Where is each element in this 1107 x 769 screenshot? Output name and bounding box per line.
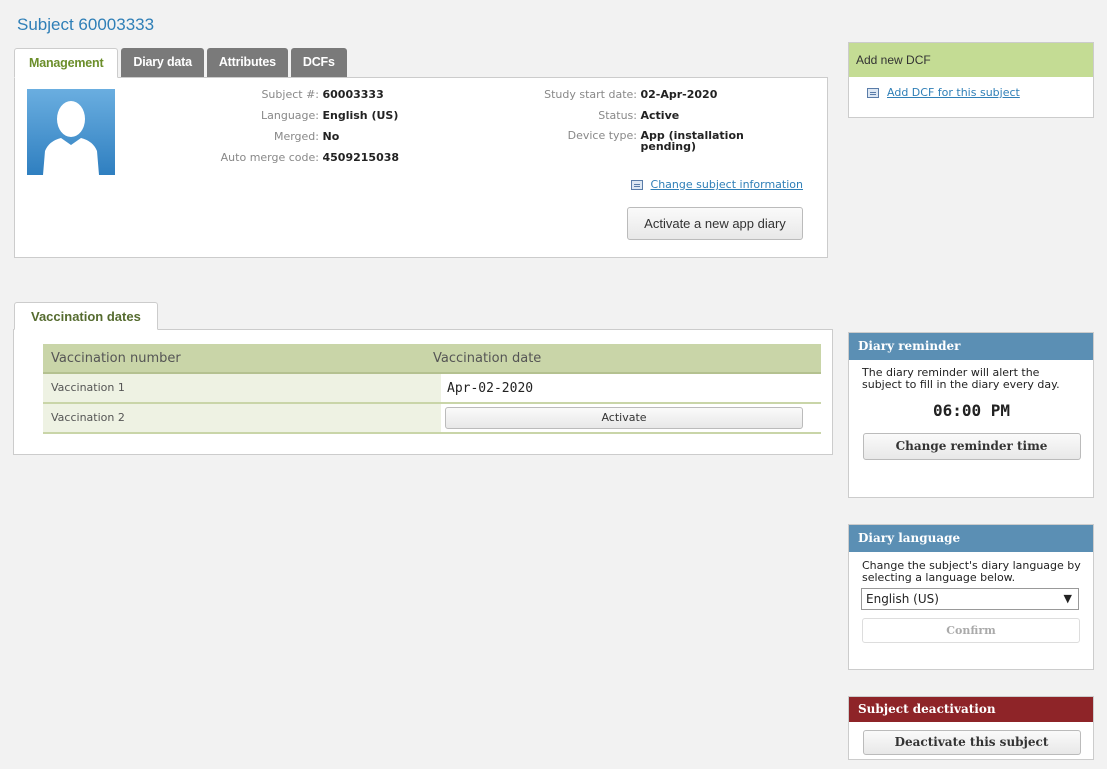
subject-number-value: 60003333 xyxy=(322,88,384,101)
dropdown-arrow-icon: ▼ xyxy=(1063,592,1072,605)
status-row: Status: Active xyxy=(515,109,679,123)
vaccination-name-cell: Vaccination 1 xyxy=(43,374,441,402)
device-type-value: App (installation pending) xyxy=(641,130,744,152)
document-icon xyxy=(867,88,879,98)
table-row: Vaccination 1 Apr-02-2020 xyxy=(43,374,821,404)
diary-reminder-text: The diary reminder will alert the subjec… xyxy=(862,366,1060,391)
tab-attributes[interactable]: Attributes xyxy=(206,48,288,77)
person-silhouette-icon xyxy=(43,101,99,175)
tab-management[interactable]: Management xyxy=(14,48,119,78)
subject-deactivation-box: Subject deactivation Deactivate this sub… xyxy=(848,696,1094,760)
change-reminder-time-button[interactable]: Change reminder time xyxy=(862,433,1081,460)
language-select[interactable]: English (US) ▼ xyxy=(861,588,1079,610)
activate-vaccination-button[interactable]: Activate xyxy=(445,407,803,429)
merge-code-label: Auto merge code: xyxy=(220,151,319,164)
language-label: Language: xyxy=(261,109,319,122)
tab-diary-data[interactable]: Diary data xyxy=(121,48,204,77)
diary-language-box: Diary language Change the subject's diar… xyxy=(848,524,1094,670)
diary-language-text: Change the subject's diary language by s… xyxy=(862,559,1081,584)
table-header: Vaccination number Vaccination date xyxy=(43,344,821,374)
status-value: Active xyxy=(640,109,680,122)
change-info-row: Change subject information xyxy=(630,178,803,191)
start-date-value: 02-Apr-2020 xyxy=(640,88,718,101)
activate-app-diary-button[interactable]: Activate a new app diary xyxy=(627,207,803,240)
subject-number-row: Subject #: 60003333 xyxy=(191,88,384,102)
subject-deactivation-title: Subject deactivation xyxy=(849,697,1093,722)
add-dcf-title: Add new DCF xyxy=(849,43,1093,77)
language-value: English (US) xyxy=(322,109,399,122)
merge-code-row: Auto merge code: 4509215038 xyxy=(191,151,399,165)
merged-label: Merged: xyxy=(273,130,319,143)
vaccination-table: Vaccination number Vaccination date Vacc… xyxy=(43,344,821,434)
merged-value: No xyxy=(322,130,340,143)
table-row: Vaccination 2 Activate xyxy=(43,404,821,434)
device-type-row: Device type: App (installation pending) xyxy=(515,130,744,152)
language-row: Language: English (US) xyxy=(191,109,398,123)
tab-vaccination-dates[interactable]: Vaccination dates xyxy=(14,302,158,330)
change-subject-info-link[interactable]: Change subject information xyxy=(651,178,803,191)
document-icon xyxy=(630,179,643,190)
page-title: Subject 60003333 xyxy=(17,15,155,34)
vaccination-name-cell: Vaccination 2 xyxy=(43,404,441,432)
status-label: Status: xyxy=(598,109,637,122)
start-date-label: Study start date: xyxy=(544,88,637,101)
merge-code-value: 4509215038 xyxy=(322,151,400,164)
tab-dcfs[interactable]: DCFs xyxy=(290,48,347,77)
column-header-number: Vaccination number xyxy=(51,351,181,366)
confirm-language-button[interactable]: Confirm xyxy=(862,618,1080,643)
subject-number-label: Subject #: xyxy=(261,88,319,101)
add-dcf-box: Add new DCF Add DCF for this subject xyxy=(848,42,1094,118)
vaccination-date-cell: Apr-02-2020 xyxy=(447,380,534,396)
start-date-row: Study start date: 02-Apr-2020 xyxy=(515,88,717,102)
add-dcf-link[interactable]: Add DCF for this subject xyxy=(887,87,1020,99)
deactivate-subject-button[interactable]: Deactivate this subject xyxy=(862,730,1081,755)
avatar xyxy=(27,89,115,175)
merged-row: Merged: No xyxy=(191,130,339,144)
diary-language-title: Diary language xyxy=(849,525,1093,552)
column-header-date: Vaccination date xyxy=(433,351,542,366)
diary-reminder-box: Diary reminder The diary reminder will a… xyxy=(848,332,1094,498)
device-type-label: Device type: xyxy=(567,129,637,142)
management-panel: Subject #: 60003333 Language: English (U… xyxy=(14,77,828,258)
vaccination-panel: Vaccination number Vaccination date Vacc… xyxy=(13,329,833,455)
device-type-line2: pending) xyxy=(640,140,697,153)
diary-reminder-title: Diary reminder xyxy=(849,333,1093,360)
tab-bar: Management Diary data Attributes DCFs xyxy=(14,48,347,78)
reminder-time: 06:00 PM xyxy=(932,401,1011,420)
language-select-value: English (US) xyxy=(866,592,939,606)
